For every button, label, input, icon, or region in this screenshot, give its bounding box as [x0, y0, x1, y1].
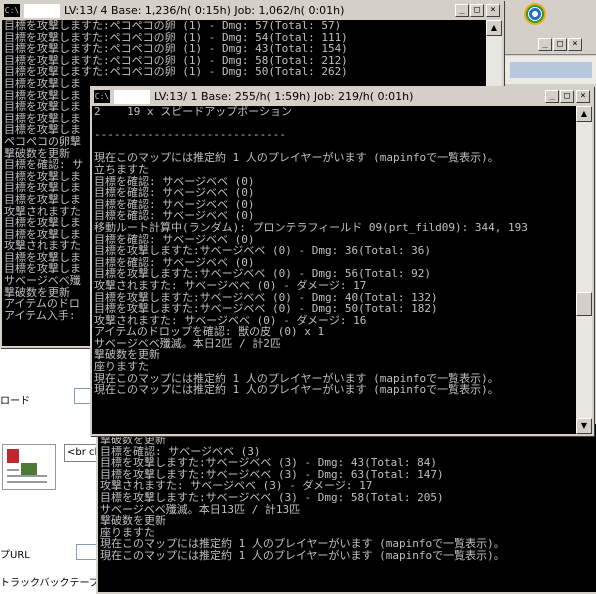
- console-output-2: 2 19 x スピードアップポーション --------------------…: [92, 106, 576, 434]
- blog-editor-page: ロード プURL トラックバックテーブ: [0, 340, 100, 590]
- console-line: 立ちますた: [94, 162, 149, 176]
- console-line: 攻撃されますた: サベージベベ (0) - ダメージ: 17: [94, 278, 367, 292]
- console-line: 目標を攻撃しますた:サベージベベ (0) - Dmg: 50(Total: 18…: [94, 302, 438, 316]
- thumbnail-line: [7, 469, 19, 471]
- close-button[interactable]: ×: [486, 4, 500, 17]
- bg-maximize-button[interactable]: □: [553, 38, 567, 51]
- browser-toolbar: _ □ ×: [500, 36, 596, 55]
- console-titlebar-2[interactable]: C:\ LV:13/ 1 Base: 255/h( 1:59h) Job: 21…: [92, 88, 592, 106]
- scroll-thumb[interactable]: [576, 292, 592, 316]
- console-line: 座りますた: [94, 360, 149, 374]
- console-line: 移動ルート計算中(ランダム): プロンテラフィールド 09(prt_fild09…: [94, 220, 528, 234]
- console-line: 現在このマップには推定約 1 人のプレイヤーがいます (mapinfoで一覧表示…: [94, 151, 499, 165]
- redacted-name: [114, 90, 150, 104]
- close-button[interactable]: ×: [576, 90, 590, 103]
- browser-tab-strip: [500, 56, 596, 84]
- console-line: 撃破数を更新: [100, 514, 166, 528]
- console-window-3[interactable]: 撃破数を更新 目標を確認: サベージベベ (3) 目標を攻撃しますた:サベージベベ …: [96, 424, 596, 594]
- console-line: 現在このマップには推定約 1 人のプレイヤーがいます (mapinfoで一覧表示…: [100, 548, 505, 562]
- redacted-name: [24, 4, 60, 18]
- maximize-button[interactable]: □: [560, 90, 574, 103]
- scroll-down-icon[interactable]: ▼: [576, 418, 592, 434]
- image-thumbnail[interactable]: [2, 444, 56, 490]
- console-line: 2 19 x スピードアップポーション: [94, 106, 293, 118]
- console-line: 現在このマップには推定約 1 人のプレイヤーがいます (mapinfoで一覧表示…: [94, 383, 499, 397]
- console-line: -----------------------------: [94, 128, 287, 142]
- console-title-2: LV:13/ 1 Base: 255/h( 1:59h) Job: 219/h(…: [154, 90, 414, 103]
- url-label: プURL: [0, 550, 30, 561]
- browser-logo-icon[interactable]: [524, 3, 546, 25]
- scrollbar-2[interactable]: ▲ ▼: [576, 106, 592, 434]
- minimize-button[interactable]: _: [545, 90, 559, 103]
- minimize-button[interactable]: _: [455, 4, 469, 17]
- bg-minimize-button[interactable]: _: [538, 38, 552, 51]
- console-line: 目標を確認: サベージベベ (0): [94, 186, 255, 200]
- scroll-up-icon[interactable]: ▲: [576, 106, 592, 122]
- thumbnail-red-icon: [7, 449, 19, 463]
- console-window-2[interactable]: C:\ LV:13/ 1 Base: 255/h( 1:59h) Job: 21…: [90, 86, 594, 436]
- console-line: 目標を攻撃しますた:サベージベベ (0) - Dmg: 36(Total: 36…: [94, 244, 431, 258]
- thumbnail-line: [7, 475, 47, 477]
- console-line: 撃破数を更新: [94, 348, 160, 362]
- scroll-up-icon[interactable]: ▲: [486, 20, 502, 36]
- cmd-icon: C:\: [4, 4, 20, 17]
- console-line: 目標を攻撃しますた:サベージベベ (3) - Dmg: 58(Total: 20…: [100, 490, 444, 504]
- browser-tab[interactable]: [510, 62, 592, 78]
- console-titlebar-1[interactable]: C:\ LV:13/ 4 Base: 1,236/h( 0:15h) Job: …: [2, 2, 502, 20]
- console-line: サベージベベ殲滅。本日2匹 / 計2匹: [94, 336, 281, 350]
- console-line: サベージベベ殲滅。本日13匹 / 計13匹: [100, 502, 301, 516]
- trackback-label: トラックバックテーブ: [0, 578, 99, 589]
- console-title-1: LV:13/ 4 Base: 1,236/h( 0:15h) Job: 1,06…: [64, 4, 345, 17]
- bg-close-button[interactable]: ×: [568, 38, 582, 51]
- thumbnail-line: [7, 481, 47, 483]
- console-line: 目標を攻撃しますた:ペコペコの卵 (1) - Dmg: 57(Total: 57…: [4, 20, 342, 32]
- upload-label: ロード: [0, 396, 30, 407]
- console-output-3: 撃破数を更新 目標を確認: サベージベベ (3) 目標を攻撃しますた:サベージベベ …: [98, 434, 596, 592]
- maximize-button[interactable]: □: [470, 4, 484, 17]
- cmd-icon: C:\: [94, 90, 110, 103]
